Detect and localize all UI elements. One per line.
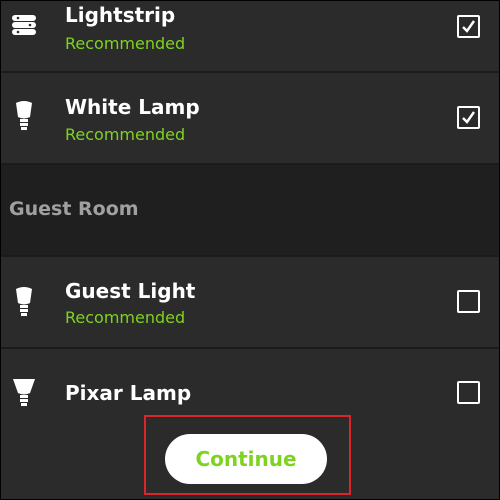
checkbox-unchecked[interactable] bbox=[457, 381, 480, 404]
spot-bulb-icon bbox=[9, 373, 39, 413]
lightstrip-icon bbox=[9, 9, 39, 49]
checkbox-unchecked[interactable] bbox=[457, 290, 480, 313]
device-name: Lightstrip bbox=[65, 3, 176, 27]
checkbox-checked[interactable] bbox=[457, 15, 480, 38]
bulb-icon bbox=[9, 97, 39, 137]
section-header-guest-room: Guest Room bbox=[1, 165, 499, 255]
continue-highlight: Continue bbox=[144, 415, 351, 495]
list-item-guest-light[interactable]: Guest Light Recommended bbox=[1, 257, 499, 347]
checkbox-checked[interactable] bbox=[457, 106, 480, 129]
continue-button[interactable]: Continue bbox=[165, 434, 327, 484]
recommended-label: Recommended bbox=[65, 34, 186, 53]
section-title: Guest Room bbox=[9, 198, 139, 220]
recommended-label: Recommended bbox=[65, 125, 186, 144]
device-name: Guest Light bbox=[65, 279, 196, 303]
device-name: White Lamp bbox=[65, 95, 200, 119]
recommended-label: Recommended bbox=[65, 308, 186, 327]
light-setup-screen: Lightstrip Recommended White Lamp Recomm… bbox=[0, 0, 500, 500]
device-name: Pixar Lamp bbox=[65, 381, 192, 405]
bulb-icon bbox=[9, 283, 39, 323]
list-item-white-lamp[interactable]: White Lamp Recommended bbox=[1, 73, 499, 163]
list-item-lightstrip[interactable]: Lightstrip Recommended bbox=[1, 1, 499, 71]
